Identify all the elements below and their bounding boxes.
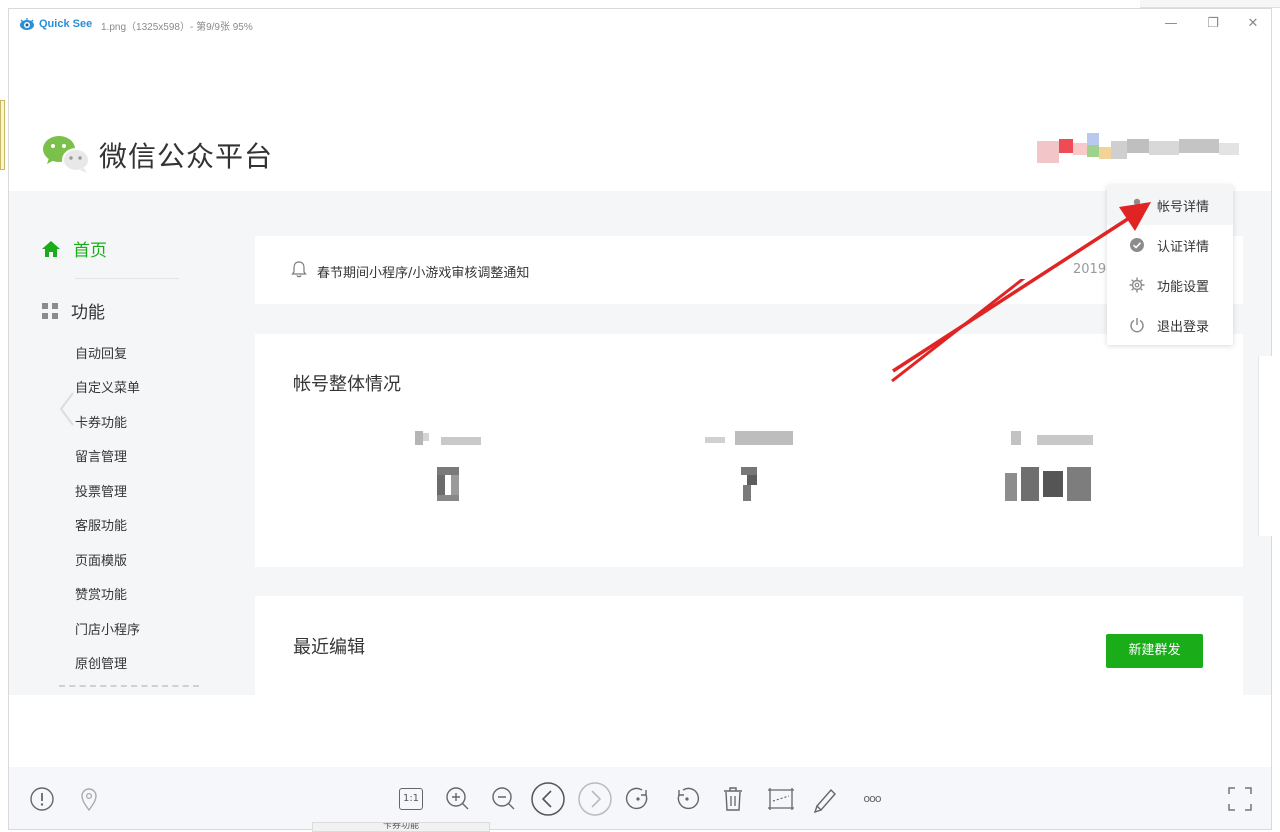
background-window-edge xyxy=(1140,0,1280,8)
user-icon xyxy=(1131,198,1143,212)
sidebar-item-comments[interactable]: 留言管理 xyxy=(75,446,127,465)
rotate-right-icon[interactable] xyxy=(672,784,702,814)
more-button[interactable]: ooo xyxy=(857,784,887,814)
sidebar-item-coupons[interactable]: 卡券功能 xyxy=(75,412,127,431)
account-avatar-pixelated[interactable] xyxy=(1037,133,1247,167)
account-overview-card: 帐号整体情况 xyxy=(255,334,1243,567)
sidebar-item-votes[interactable]: 投票管理 xyxy=(75,481,127,500)
notice-bar: 春节期间小程序/小游戏审核调整通知 2019- xyxy=(255,236,1243,304)
wechat-sidebar: 首页 功能 自动回复 自定义菜单 卡券功能 留言管理 投票管理 客服功能 页面模… xyxy=(9,191,255,695)
notice-link[interactable]: 春节期间小程序/小游戏审核调整通知 xyxy=(317,262,529,281)
rotate-left-icon[interactable] xyxy=(623,784,653,814)
stat-value-pixelated xyxy=(437,467,461,505)
overview-title: 帐号整体情况 xyxy=(293,374,401,395)
recent-edits-title: 最近编辑 xyxy=(293,637,365,658)
edit-icon[interactable] xyxy=(811,784,841,814)
sidebar-section-functions[interactable]: 功能 xyxy=(41,298,105,323)
verified-check-icon xyxy=(1130,238,1144,252)
maximize-button[interactable]: ❐ xyxy=(1203,15,1223,33)
sidebar-section-functions-label: 功能 xyxy=(71,303,105,323)
info-icon[interactable] xyxy=(27,784,57,814)
quicksee-eye-icon xyxy=(20,18,34,30)
location-icon[interactable] xyxy=(74,784,104,814)
sidebar-item-custom-menu[interactable]: 自定义菜单 xyxy=(75,377,140,396)
previous-icon[interactable] xyxy=(530,781,566,817)
zoom-in-icon[interactable] xyxy=(443,784,473,814)
viewer-app-name: Quick See xyxy=(39,18,93,30)
stat-label-pixelated xyxy=(415,431,485,447)
actual-size-button[interactable]: 1:1 xyxy=(396,784,426,814)
account-dropdown-menu: 帐号详情 认证详情 功能设置 退出登录 xyxy=(1107,185,1233,345)
new-mass-message-button[interactable]: 新建群发 xyxy=(1106,634,1203,668)
stat-label-pixelated xyxy=(705,431,795,447)
next-icon[interactable] xyxy=(577,781,613,817)
close-button[interactable]: ✕ xyxy=(1243,15,1263,33)
sidebar-item-home[interactable]: 首页 xyxy=(41,236,107,261)
menu-item-label: 功能设置 xyxy=(1157,280,1210,295)
stat-value-pixelated xyxy=(741,467,761,505)
fullscreen-icon[interactable] xyxy=(1225,784,1255,814)
zoom-out-icon[interactable] xyxy=(489,784,519,814)
wechat-header: 微信公众平台 xyxy=(9,99,1271,191)
sidebar-item-original-content[interactable]: 原创管理 xyxy=(75,653,127,672)
crop-icon[interactable] xyxy=(764,784,798,814)
sidebar-item-page-templates[interactable]: 页面模版 xyxy=(75,550,127,569)
viewer-toolbar: 1:1 ooo xyxy=(9,767,1271,829)
background-window-caption: 卡券功能 xyxy=(312,822,490,832)
screenshot-image: 微信公众平台 首页 功能 自动回复 自定义菜单 卡券功能 留言管理 投票管理 客… xyxy=(9,99,1271,695)
wechat-logo-icon xyxy=(43,136,90,173)
background-window-strip xyxy=(1258,356,1280,536)
recent-edits-card: 最近编辑 新建群发 xyxy=(255,596,1243,695)
menu-item-account-details[interactable]: 帐号详情 xyxy=(1107,185,1233,225)
image-viewer-window: Quick See 1.png（1325x598）- 第9/9张 95% — ❐… xyxy=(8,8,1272,830)
sidebar-item-auto-reply[interactable]: 自动回复 xyxy=(75,343,127,362)
sidebar-dashed-separator xyxy=(59,685,199,687)
viewer-titlebar: Quick See 1.png（1325x598）- 第9/9张 95% — ❐… xyxy=(9,9,1271,39)
minimize-button[interactable]: — xyxy=(1161,15,1181,33)
menu-item-verification-details[interactable]: 认证详情 xyxy=(1107,225,1233,265)
menu-item-logout[interactable]: 退出登录 xyxy=(1107,305,1233,345)
stat-value-pixelated xyxy=(1005,467,1095,505)
menu-item-label: 退出登录 xyxy=(1157,320,1210,335)
power-icon xyxy=(1130,318,1144,333)
sidebar-item-customer-service[interactable]: 客服功能 xyxy=(75,515,127,534)
home-icon xyxy=(42,240,60,257)
notice-date: 2019- xyxy=(1073,262,1111,277)
bell-icon xyxy=(291,261,307,278)
background-window-tab xyxy=(0,100,5,170)
menu-item-feature-settings[interactable]: 功能设置 xyxy=(1107,265,1233,305)
menu-item-label: 帐号详情 xyxy=(1157,200,1210,215)
stat-label-pixelated xyxy=(1011,431,1095,447)
sidebar-item-store-miniprogram[interactable]: 门店小程序 xyxy=(75,619,140,638)
grid-icon xyxy=(42,302,58,319)
delete-icon[interactable] xyxy=(718,784,748,814)
menu-item-label: 认证详情 xyxy=(1157,240,1210,255)
viewer-file-info: 1.png（1325x598）- 第9/9张 95% xyxy=(101,22,253,33)
sidebar-item-tipping[interactable]: 赞赏功能 xyxy=(75,584,127,603)
actual-size-label: 1:1 xyxy=(399,788,423,810)
sidebar-item-home-label: 首页 xyxy=(73,241,107,261)
viewer-previous-arrow-icon[interactable] xyxy=(57,389,77,429)
gear-icon xyxy=(1129,277,1145,293)
platform-title: 微信公众平台 xyxy=(99,140,274,173)
sidebar-divider xyxy=(75,278,179,279)
